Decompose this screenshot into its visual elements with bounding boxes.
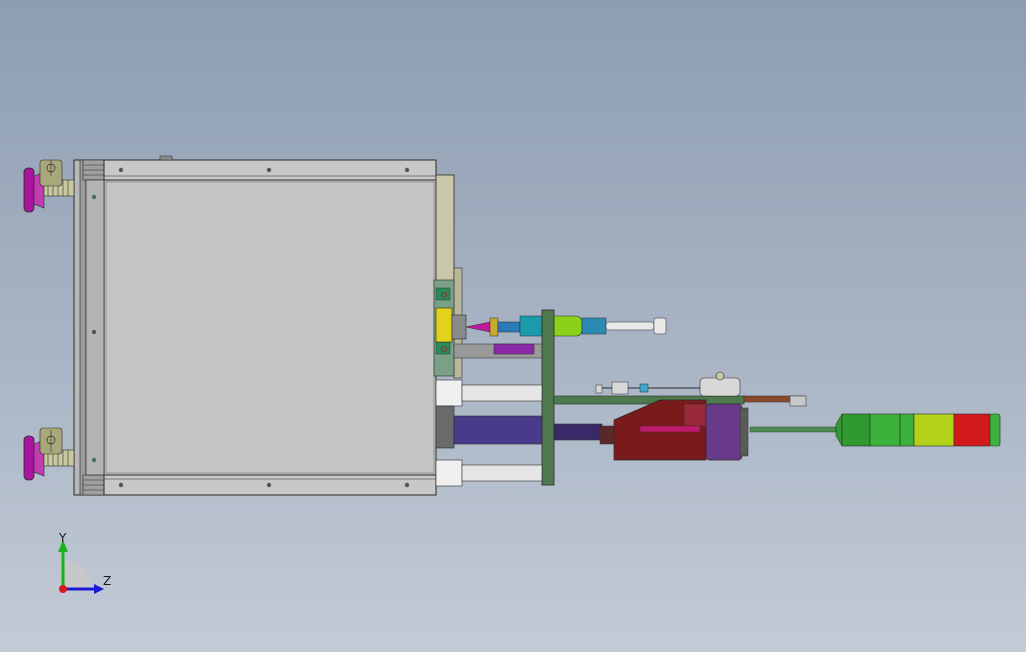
- leveling-foot-top[interactable]: [23, 159, 75, 213]
- coordinate-triad: [58, 540, 104, 594]
- cad-model-view[interactable]: [0, 0, 1026, 652]
- pneumatic-cylinder[interactable]: [435, 405, 603, 449]
- triad-y-label: Y: [59, 531, 67, 545]
- leveling-foot-bottom[interactable]: [23, 427, 75, 481]
- triad-z-label: Z: [103, 574, 112, 588]
- guide-rod-lower[interactable]: [435, 459, 543, 487]
- gripper-block[interactable]: [599, 399, 707, 461]
- motor-unit[interactable]: [705, 403, 749, 461]
- main-housing[interactable]: [73, 155, 437, 496]
- signal-tower-light[interactable]: [835, 413, 1001, 447]
- cad-viewport[interactable]: Y Z: [0, 0, 1026, 652]
- vertical-plate[interactable]: [541, 309, 555, 486]
- tower-rod: [749, 426, 837, 433]
- guide-rod-upper[interactable]: [435, 379, 543, 407]
- probe-assembly[interactable]: [451, 313, 667, 359]
